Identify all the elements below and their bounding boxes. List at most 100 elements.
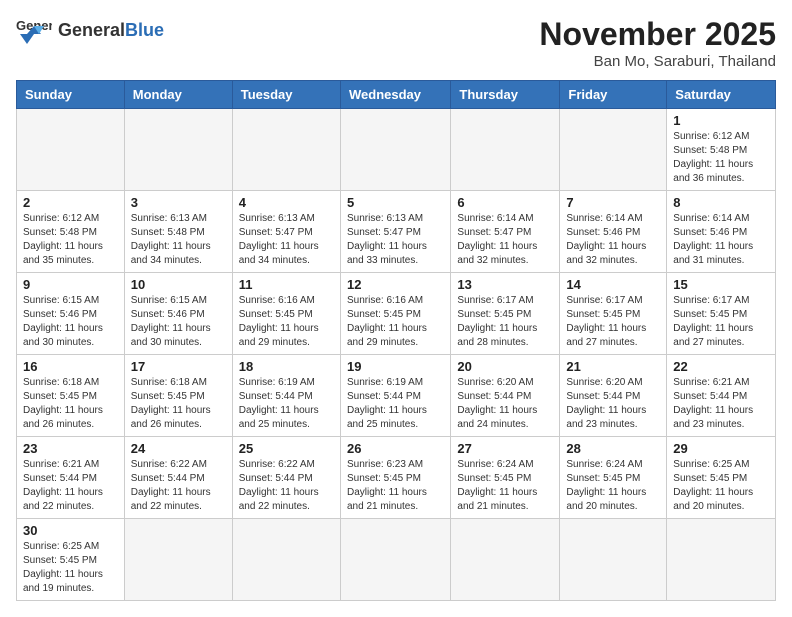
calendar-cell: 25 Sunrise: 6:22 AM Sunset: 5:44 PM Dayli…: [232, 437, 340, 519]
calendar-cell: [451, 519, 560, 601]
day-info: Sunrise: 6:20 AM Sunset: 5:44 PM Dayligh…: [457, 376, 553, 432]
calendar-cell: 21 Sunrise: 6:20 AM Sunset: 5:44 PM Dayli…: [560, 355, 667, 437]
day-info: Sunrise: 6:19 AM Sunset: 5:44 PM Dayligh…: [347, 376, 444, 432]
calendar-body: 1 Sunrise: 6:12 AM Sunset: 5:48 PM Daylig…: [17, 109, 776, 601]
calendar-cell: 7 Sunrise: 6:14 AM Sunset: 5:46 PM Daylig…: [560, 191, 667, 273]
day-number: 7: [566, 195, 660, 210]
calendar-cell: 18 Sunrise: 6:19 AM Sunset: 5:44 PM Dayli…: [232, 355, 340, 437]
day-number: 9: [23, 277, 118, 292]
day-info: Sunrise: 6:17 AM Sunset: 5:45 PM Dayligh…: [457, 294, 553, 350]
calendar-cell: 13 Sunrise: 6:17 AM Sunset: 5:45 PM Dayli…: [451, 273, 560, 355]
day-info: Sunrise: 6:22 AM Sunset: 5:44 PM Dayligh…: [239, 458, 334, 514]
day-info: Sunrise: 6:14 AM Sunset: 5:47 PM Dayligh…: [457, 212, 553, 268]
day-number: 29: [673, 441, 769, 456]
calendar-cell: 4 Sunrise: 6:13 AM Sunset: 5:47 PM Daylig…: [232, 191, 340, 273]
calendar-cell: 28 Sunrise: 6:24 AM Sunset: 5:45 PM Dayli…: [560, 437, 667, 519]
calendar-cell: 16 Sunrise: 6:18 AM Sunset: 5:45 PM Dayli…: [17, 355, 125, 437]
calendar-week-2: 2Sunrise: 6:12 AM Sunset: 5:48 PM Daylig…: [17, 191, 776, 273]
weekday-header-saturday: Saturday: [667, 81, 776, 109]
day-info: Sunrise: 6:18 AM Sunset: 5:45 PM Dayligh…: [23, 376, 118, 432]
day-number: 10: [131, 277, 226, 292]
day-info: Sunrise: 6:22 AM Sunset: 5:44 PM Dayligh…: [131, 458, 226, 514]
day-info: Sunrise: 6:17 AM Sunset: 5:45 PM Dayligh…: [566, 294, 660, 350]
calendar-cell: [232, 109, 340, 191]
calendar-cell: [667, 519, 776, 601]
day-info: Sunrise: 6:13 AM Sunset: 5:47 PM Dayligh…: [239, 212, 334, 268]
calendar-cell: [232, 519, 340, 601]
calendar-cell: [124, 109, 232, 191]
day-info: Sunrise: 6:21 AM Sunset: 5:44 PM Dayligh…: [23, 458, 118, 514]
calendar-cell: 17Sunrise: 6:18 AM Sunset: 5:45 PM Dayli…: [124, 355, 232, 437]
day-info: Sunrise: 6:12 AM Sunset: 5:48 PM Dayligh…: [23, 212, 118, 268]
weekday-row: SundayMondayTuesdayWednesdayThursdayFrid…: [17, 81, 776, 109]
calendar-cell: 20 Sunrise: 6:20 AM Sunset: 5:44 PM Dayli…: [451, 355, 560, 437]
logo-text: GeneralBlue: [58, 20, 164, 41]
day-number: 5: [347, 195, 444, 210]
day-info: Sunrise: 6:19 AM Sunset: 5:44 PM Dayligh…: [239, 376, 334, 432]
calendar-cell: 11 Sunrise: 6:16 AM Sunset: 5:45 PM Dayli…: [232, 273, 340, 355]
day-number: 28: [566, 441, 660, 456]
day-number: 16: [23, 359, 118, 374]
calendar-cell: 9 Sunrise: 6:15 AM Sunset: 5:46 PM Daylig…: [17, 273, 125, 355]
calendar-cell: [340, 519, 450, 601]
calendar-title-area: November 2025 Ban Mo, Saraburi, Thailand: [539, 16, 776, 70]
day-number: 18: [239, 359, 334, 374]
calendar-cell: 26Sunrise: 6:23 AM Sunset: 5:45 PM Dayli…: [340, 437, 450, 519]
day-number: 14: [566, 277, 660, 292]
day-info: Sunrise: 6:15 AM Sunset: 5:46 PM Dayligh…: [23, 294, 118, 350]
weekday-header-sunday: Sunday: [17, 81, 125, 109]
day-number: 12: [347, 277, 444, 292]
day-number: 11: [239, 277, 334, 292]
day-info: Sunrise: 6:16 AM Sunset: 5:45 PM Dayligh…: [239, 294, 334, 350]
calendar-cell: [451, 109, 560, 191]
calendar-cell: 19Sunrise: 6:19 AM Sunset: 5:44 PM Dayli…: [340, 355, 450, 437]
day-number: 4: [239, 195, 334, 210]
day-number: 21: [566, 359, 660, 374]
day-info: Sunrise: 6:14 AM Sunset: 5:46 PM Dayligh…: [566, 212, 660, 268]
calendar-cell: 23 Sunrise: 6:21 AM Sunset: 5:44 PM Dayli…: [17, 437, 125, 519]
day-info: Sunrise: 6:13 AM Sunset: 5:47 PM Dayligh…: [347, 212, 444, 268]
calendar-week-4: 16 Sunrise: 6:18 AM Sunset: 5:45 PM Dayli…: [17, 355, 776, 437]
calendar-cell: 15Sunrise: 6:17 AM Sunset: 5:45 PM Dayli…: [667, 273, 776, 355]
day-info: Sunrise: 6:18 AM Sunset: 5:45 PM Dayligh…: [131, 376, 226, 432]
calendar-cell: 5 Sunrise: 6:13 AM Sunset: 5:47 PM Daylig…: [340, 191, 450, 273]
day-info: Sunrise: 6:16 AM Sunset: 5:45 PM Dayligh…: [347, 294, 444, 350]
calendar-cell: 3Sunrise: 6:13 AM Sunset: 5:48 PM Daylig…: [124, 191, 232, 273]
calendar-cell: [17, 109, 125, 191]
weekday-header-wednesday: Wednesday: [340, 81, 450, 109]
calendar-cell: 1Sunrise: 6:12 AM Sunset: 5:48 PM Daylig…: [667, 109, 776, 191]
day-number: 30: [23, 523, 118, 538]
location-subtitle: Ban Mo, Saraburi, Thailand: [539, 53, 776, 70]
day-number: 20: [457, 359, 553, 374]
calendar-cell: 8Sunrise: 6:14 AM Sunset: 5:46 PM Daylig…: [667, 191, 776, 273]
calendar-cell: 30Sunrise: 6:25 AM Sunset: 5:45 PM Dayli…: [17, 519, 125, 601]
weekday-header-thursday: Thursday: [451, 81, 560, 109]
logo: General GeneralBlue: [16, 16, 164, 44]
day-number: 1: [673, 113, 769, 128]
calendar-cell: [560, 109, 667, 191]
calendar-cell: 6Sunrise: 6:14 AM Sunset: 5:47 PM Daylig…: [451, 191, 560, 273]
calendar-cell: [560, 519, 667, 601]
calendar-cell: 29 Sunrise: 6:25 AM Sunset: 5:45 PM Dayli…: [667, 437, 776, 519]
day-number: 22: [673, 359, 769, 374]
day-info: Sunrise: 6:25 AM Sunset: 5:45 PM Dayligh…: [673, 458, 769, 514]
day-info: Sunrise: 6:20 AM Sunset: 5:44 PM Dayligh…: [566, 376, 660, 432]
day-number: 26: [347, 441, 444, 456]
calendar-cell: 24Sunrise: 6:22 AM Sunset: 5:44 PM Dayli…: [124, 437, 232, 519]
day-number: 23: [23, 441, 118, 456]
day-info: Sunrise: 6:24 AM Sunset: 5:45 PM Dayligh…: [566, 458, 660, 514]
calendar-cell: 10 Sunrise: 6:15 AM Sunset: 5:46 PM Dayli…: [124, 273, 232, 355]
day-info: Sunrise: 6:21 AM Sunset: 5:44 PM Dayligh…: [673, 376, 769, 432]
generalblue-icon: General: [16, 16, 52, 44]
calendar-week-6: 30Sunrise: 6:25 AM Sunset: 5:45 PM Dayli…: [17, 519, 776, 601]
day-number: 15: [673, 277, 769, 292]
weekday-header-monday: Monday: [124, 81, 232, 109]
day-number: 25: [239, 441, 334, 456]
calendar-table: SundayMondayTuesdayWednesdayThursdayFrid…: [16, 80, 776, 601]
day-info: Sunrise: 6:24 AM Sunset: 5:45 PM Dayligh…: [457, 458, 553, 514]
calendar-cell: 27Sunrise: 6:24 AM Sunset: 5:45 PM Dayli…: [451, 437, 560, 519]
day-number: 13: [457, 277, 553, 292]
day-number: 8: [673, 195, 769, 210]
calendar-cell: 12 Sunrise: 6:16 AM Sunset: 5:45 PM Dayli…: [340, 273, 450, 355]
day-info: Sunrise: 6:15 AM Sunset: 5:46 PM Dayligh…: [131, 294, 226, 350]
